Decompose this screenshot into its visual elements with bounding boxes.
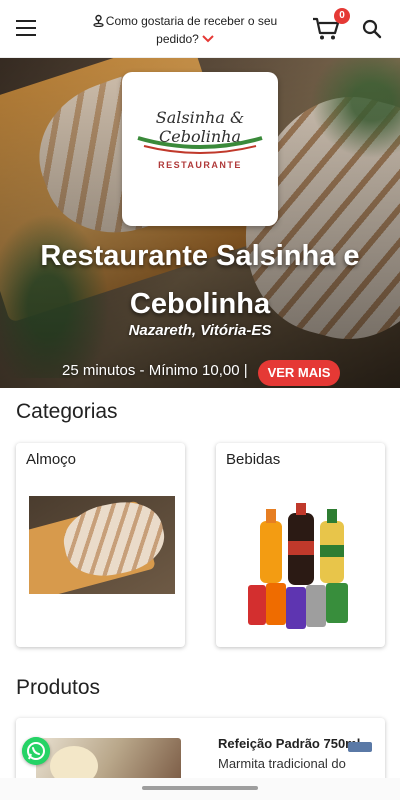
category-label: Bebidas — [226, 451, 281, 468]
product-tag — [348, 742, 372, 752]
product-name: Refeição Padrão 750ml — [218, 736, 361, 751]
restaurant-location: Nazareth, Vitória-ES — [128, 322, 272, 339]
category-label: Almoço — [26, 451, 77, 468]
category-image-drinks — [248, 503, 348, 629]
restaurant-logo: Salsinha & Cebolinha RESTAURANTE — [122, 72, 278, 226]
whatsapp-icon[interactable] — [22, 737, 50, 765]
logo-subtitle: RESTAURANTE — [158, 160, 242, 170]
home-indicator[interactable] — [142, 786, 258, 790]
ver-mais-button[interactable]: VER MAIS — [258, 360, 340, 386]
delivery-prompt-text: Como gostaria de receber o seu pedido? — [105, 14, 278, 46]
delivery-info: 25 minutos - Mínimo 10,00 | — [62, 362, 248, 379]
category-card-almoco[interactable]: Almoço — [16, 443, 185, 647]
products-heading: Produtos — [16, 676, 101, 699]
chevron-down-icon — [202, 35, 214, 43]
category-image-lunch — [29, 496, 175, 594]
categories-heading: Categorias — [16, 400, 118, 423]
logo-swoosh — [137, 136, 263, 154]
top-app-bar: Como gostaria de receber o seu pedido? 0 — [0, 0, 400, 58]
delivery-method-selector[interactable]: Como gostaria de receber o seu pedido? — [78, 12, 292, 48]
restaurant-hero-banner: Salsinha & Cebolinha RESTAURANTE Restaur… — [0, 58, 400, 388]
location-pin-icon — [93, 14, 104, 27]
restaurant-name: Restaurante Salsinha e Cebolinha — [40, 240, 360, 320]
product-description: Marmita tradicional do — [218, 756, 346, 771]
menu-icon[interactable] — [16, 20, 36, 38]
search-icon[interactable] — [362, 19, 382, 39]
cart-count-badge: 0 — [334, 8, 350, 24]
category-card-bebidas[interactable]: Bebidas — [216, 443, 385, 647]
